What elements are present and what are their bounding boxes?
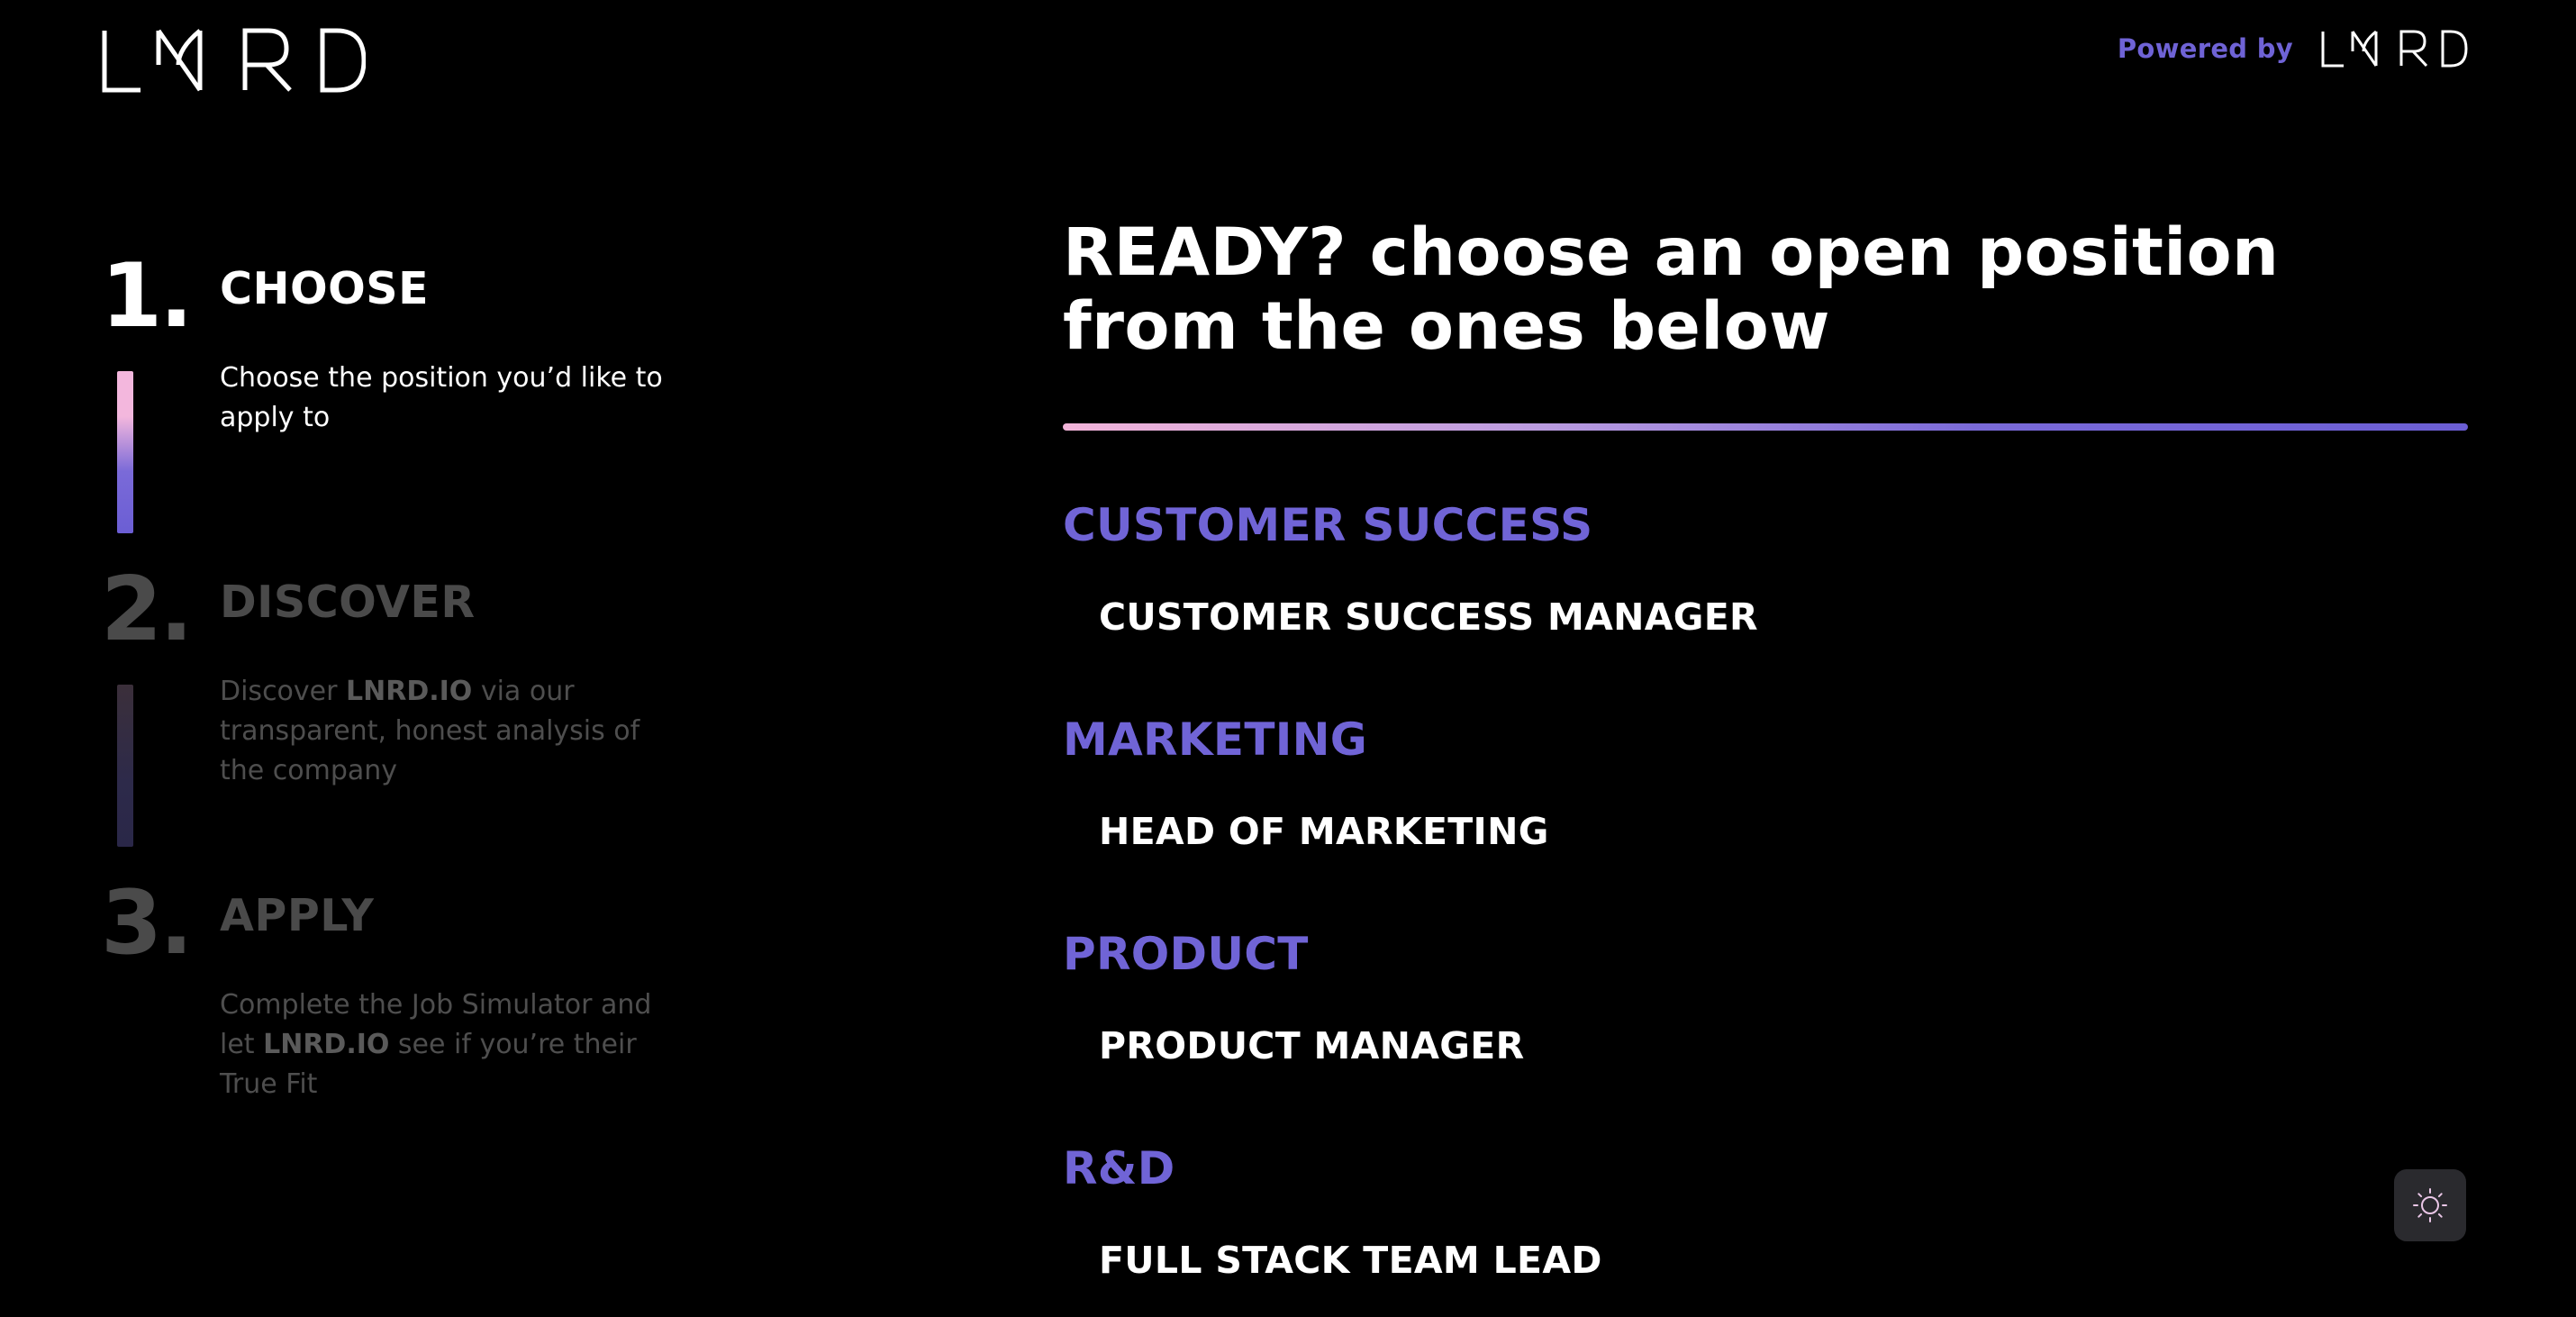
step-number: 2. [101, 559, 193, 661]
step-description: Choose the position you’d like to apply … [220, 362, 663, 433]
position-link[interactable]: HEAD OF MARKETING [1099, 809, 2468, 854]
step-number: 3. [101, 872, 193, 975]
department-title: CUSTOMER SUCCESS [1063, 499, 1593, 551]
step-apply: 3. APPLY Complete the Job Simulator and … [101, 879, 677, 1149]
step-progress-bar [117, 371, 133, 533]
gradient-divider [1063, 423, 2468, 431]
step-description: Discover LNRD.IO via our transparent, ho… [220, 676, 640, 786]
powered-by-label: Powered by [2117, 33, 2293, 64]
department-product: PRODUCT PRODUCT MANAGER [1063, 926, 2468, 1068]
theme-toggle-button[interactable] [2394, 1169, 2466, 1241]
step-description: Complete the Job Simulator and let LNRD.… [220, 989, 652, 1100]
powered-by: Powered by [2118, 29, 2468, 68]
department-marketing: MARKETING HEAD OF MARKETING [1063, 712, 2468, 854]
step-title: APPLY [220, 890, 375, 941]
department-customer-success: CUSTOMER SUCCESS CUSTOMER SUCCESS MANAGE… [1063, 497, 2468, 640]
step-progress-bar [117, 685, 133, 847]
position-link[interactable]: PRODUCT MANAGER [1099, 1023, 2468, 1068]
sun-icon [2413, 1188, 2447, 1222]
step-title: CHOOSE [220, 263, 430, 314]
step-title: DISCOVER [220, 577, 476, 628]
lnrd-small-logo[interactable] [2320, 29, 2468, 68]
positions-panel: READY? choose an open position from the … [1063, 216, 2468, 1283]
step-number: 1. [101, 245, 193, 348]
department-rnd: R&D FULL STACK TEAM LEAD [1063, 1140, 2468, 1283]
department-title: PRODUCT [1063, 928, 1309, 980]
page: Powered by 1. CHOOSE Choose the position… [0, 0, 2576, 1317]
lnrd-logo[interactable] [101, 25, 366, 95]
step-discover: 2. DISCOVER Discover LNRD.IO via our tra… [101, 566, 677, 854]
department-title: R&D [1063, 1142, 1175, 1194]
position-link[interactable]: FULL STACK TEAM LEAD [1099, 1238, 2468, 1283]
position-link[interactable]: CUSTOMER SUCCESS MANAGER [1099, 595, 2468, 640]
step-choose: 1. CHOOSE Choose the position you’d like… [101, 252, 677, 540]
page-title: READY? choose an open position from the … [1063, 214, 2280, 365]
department-title: MARKETING [1063, 713, 1368, 766]
